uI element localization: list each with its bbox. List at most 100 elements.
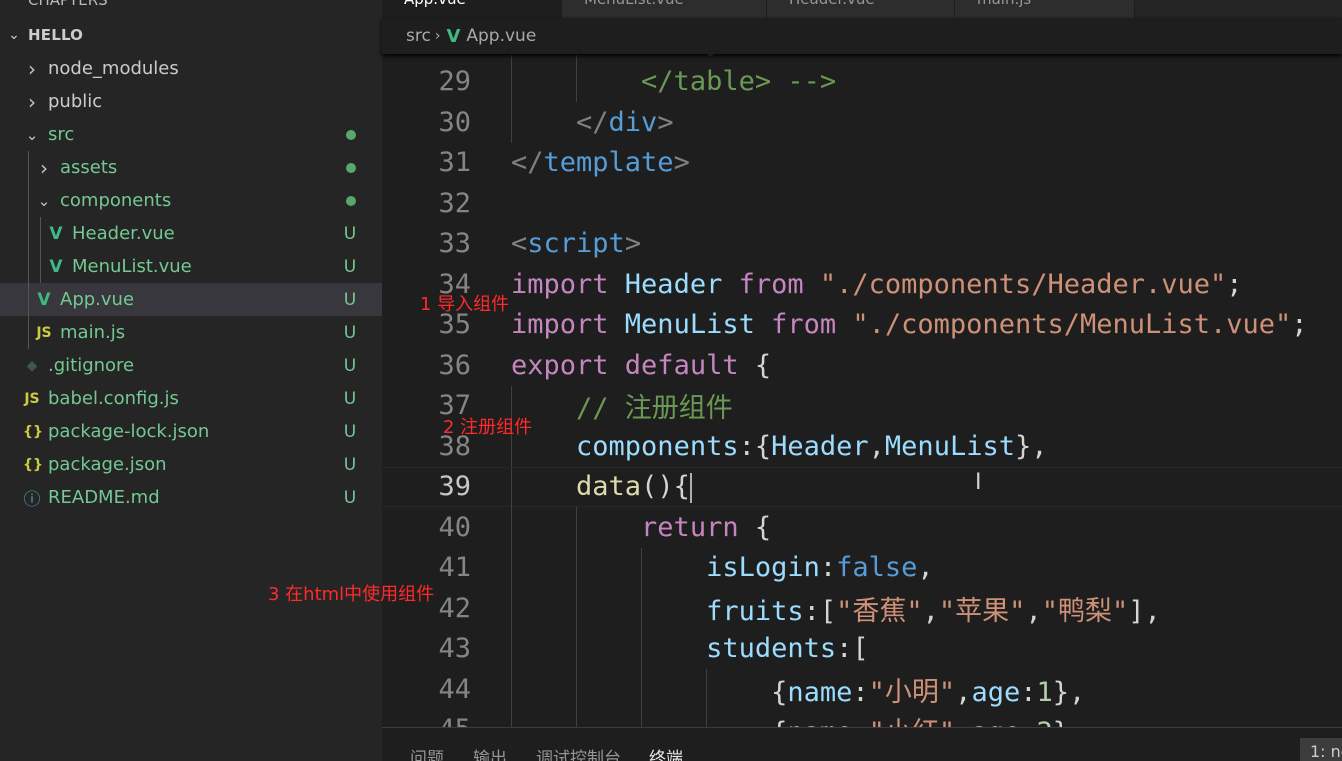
modified-dot-icon	[346, 195, 356, 206]
code-text: </table> -->	[641, 66, 837, 98]
panel-tab-debug-console[interactable]: 调试控制台	[536, 744, 621, 761]
file-tree-item-label: README.md	[48, 487, 160, 508]
file-tree-item[interactable]: › public	[0, 85, 382, 118]
code-text: {name:"小明",age:1},	[771, 676, 1086, 708]
file-tree-item[interactable]: {} package.json U	[0, 448, 382, 481]
editor-tab-bar: App.vue MenuList.vue Header.vue main.js	[382, 0, 1342, 18]
git-status-badge: U	[343, 322, 357, 343]
code-line[interactable]: 29 </table> -->	[382, 61, 1342, 102]
breadcrumb-separator-icon: ›	[434, 28, 441, 44]
code-line[interactable]: 45 {name:"小红",age:2}	[382, 709, 1342, 727]
git-status-badge: U	[343, 388, 357, 409]
line-number: 32	[438, 187, 471, 219]
file-tree-item[interactable]: V MenuList.vue U	[0, 250, 382, 283]
git-file-icon: ◆	[26, 357, 38, 374]
code-text: components:{Header,MenuList},	[576, 430, 1048, 462]
breadcrumb-folder[interactable]: src	[406, 26, 431, 46]
indent-guide	[641, 588, 642, 629]
panel-tab-terminal[interactable]: 终端	[649, 744, 683, 761]
code-line[interactable]: 41 isLogin:false,	[382, 547, 1342, 588]
js-file-icon: JS	[36, 324, 52, 341]
line-number: 45	[382, 714, 471, 727]
indent-guide	[641, 709, 642, 727]
indent-guide	[511, 61, 512, 102]
chevron-right-icon[interactable]: ›	[24, 90, 40, 114]
code-line[interactable]: 33 <script>	[382, 224, 1342, 265]
line-number: 44	[438, 673, 471, 705]
vue-file-icon: V	[49, 256, 63, 277]
chevron-right-icon[interactable]: ›	[24, 57, 40, 81]
code-line[interactable]: 35 import MenuList from "./components/Men…	[382, 305, 1342, 346]
file-tree-item[interactable]: ◆ .gitignore U	[0, 349, 382, 382]
code-line[interactable]: 34 import Header from "./components/Heade…	[382, 264, 1342, 305]
modified-dot-icon	[346, 129, 356, 140]
sidebar-top-title: CHAPTERS	[28, 0, 108, 9]
code-text: import MenuList from "./components/MenuL…	[511, 309, 1308, 341]
file-tree-item[interactable]: ⌄ src	[0, 118, 382, 151]
file-tree-item[interactable]: ⓘ README.md U	[0, 481, 382, 514]
chevron-down-icon[interactable]: ⌄	[0, 27, 28, 43]
editor-tab-label: main.js	[977, 0, 1031, 8]
git-status-badge: U	[343, 454, 357, 475]
code-line[interactable]: 31 </template>	[382, 143, 1342, 184]
file-tree-item[interactable]: {} package-lock.json U	[0, 415, 382, 448]
json-file-icon: {}	[23, 423, 43, 440]
code-text: fruits:["香蕉","苹果","鸭梨"],	[706, 595, 1161, 627]
file-tree-item-label: node_modules	[48, 58, 179, 79]
indent-guide	[641, 547, 642, 588]
file-tree-item[interactable]: JS main.js U	[0, 316, 382, 349]
editor-tab[interactable]: main.js	[955, 0, 1135, 18]
vue-file-icon: V	[49, 223, 63, 244]
code-line[interactable]: 43 students:[	[382, 628, 1342, 669]
file-tree-item[interactable]: › assets	[0, 151, 382, 184]
explorer-folder-title: HELLO	[28, 25, 84, 44]
editor-tab-label: App.vue	[404, 0, 466, 8]
editor-tab-label: MenuList.vue	[584, 0, 684, 8]
chevron-down-icon[interactable]: ⌄	[36, 192, 52, 210]
code-line[interactable]: 40 return {	[382, 507, 1342, 548]
file-tree-item[interactable]: ⌄ components	[0, 184, 382, 217]
code-line[interactable]: 32	[382, 183, 1342, 224]
chevron-right-icon[interactable]: ›	[36, 156, 52, 180]
file-tree-item-label: main.js	[60, 322, 126, 343]
editor-tab[interactable]: Header.vue	[767, 0, 955, 18]
code-line[interactable]: 36 export default {	[382, 345, 1342, 386]
vue-file-icon: V	[446, 25, 461, 47]
file-tree-item-label: .gitignore	[48, 355, 135, 376]
code-editor[interactable]: 28 </tbody>29 </table> -->30 </div>31</t…	[382, 40, 1342, 727]
file-tree-item-label: babel.config.js	[48, 388, 179, 409]
git-status-badge: U	[343, 487, 357, 508]
explorer-folder-header[interactable]: ⌄ HELLO	[0, 18, 382, 51]
file-tree-item[interactable]: › node_modules	[0, 52, 382, 85]
line-number: 36	[438, 349, 471, 381]
file-tree-item-label: MenuList.vue	[72, 256, 192, 277]
file-tree-item-label: assets	[60, 157, 118, 178]
editor-tab[interactable]: MenuList.vue	[562, 0, 767, 18]
code-line[interactable]: 44 {name:"小明",age:1},	[382, 669, 1342, 710]
code-text: import Header from "./components/Header.…	[511, 268, 1243, 300]
text-cursor	[689, 472, 692, 503]
indent-guide	[576, 709, 577, 727]
chevron-down-icon[interactable]: ⌄	[24, 126, 40, 144]
code-line[interactable]: 39 data(){	[382, 466, 1342, 508]
code-text: students:[	[706, 633, 869, 665]
file-tree-item[interactable]: V Header.vue U	[0, 217, 382, 250]
bottom-panel: 问题 输出 调试控制台 终端 1: node	[382, 727, 1342, 761]
breadcrumb: src › V App.vue	[382, 18, 1342, 54]
file-tree-item-label: components	[60, 190, 172, 211]
line-number: 41	[438, 552, 471, 584]
file-tree-item[interactable]: JS babel.config.js U	[0, 382, 382, 415]
file-tree-item[interactable]: V App.vue U	[0, 283, 382, 316]
panel-tab-output[interactable]: 输出	[473, 744, 507, 761]
breadcrumb-file[interactable]: App.vue	[466, 26, 536, 46]
terminal-select[interactable]: 1: node	[1300, 738, 1342, 761]
code-line[interactable]: 30 </div>	[382, 102, 1342, 143]
indent-guide	[511, 709, 512, 727]
code-text: </template>	[511, 147, 690, 179]
editor-tab[interactable]: App.vue	[382, 0, 562, 18]
annotation-import: 1 导入组件	[420, 294, 510, 315]
git-status-badge: U	[343, 355, 357, 376]
file-tree: › node_modules › public ⌄ src › assets ⌄ componen…	[0, 52, 382, 514]
panel-tab-problems[interactable]: 问题	[410, 744, 444, 761]
code-line[interactable]: 42 fruits:["香蕉","苹果","鸭梨"],	[382, 588, 1342, 629]
